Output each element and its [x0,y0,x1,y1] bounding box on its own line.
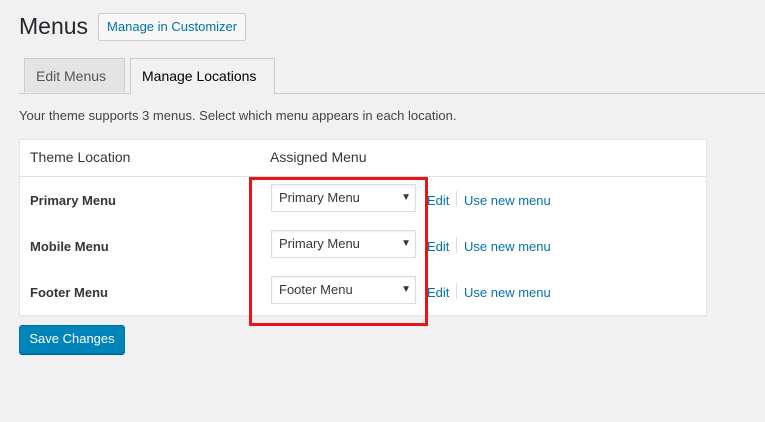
save-changes-button[interactable]: Save Changes [19,325,125,354]
dropdown-arrow-icon: ▼ [401,192,411,203]
select-value: Footer Menu [279,282,353,297]
edit-link[interactable]: Edit [427,285,449,300]
manage-in-customizer-button[interactable]: Manage in Customizer [98,13,247,41]
link-separator [456,283,457,299]
page-header: Menus Manage in Customizer [19,10,247,42]
column-header-theme-location: Theme Location [30,149,131,165]
table-row: Footer Menu Footer Menu ▼ Edit Use new m… [20,270,706,316]
menu-locations-table: Theme Location Assigned Menu Primary Men… [19,139,707,316]
page-title: Menus [19,13,89,39]
use-new-menu-link[interactable]: Use new menu [464,193,551,208]
location-name: Primary Menu [30,193,116,208]
select-value: Primary Menu [279,190,360,205]
edit-link[interactable]: Edit [427,193,449,208]
use-new-menu-link[interactable]: Use new menu [464,285,551,300]
location-name: Footer Menu [30,285,108,300]
link-separator [456,237,457,253]
column-header-assigned-menu: Assigned Menu [270,149,367,165]
menu-select[interactable]: Primary Menu ▼ [271,230,416,258]
location-name: Mobile Menu [30,239,109,254]
dropdown-arrow-icon: ▼ [401,284,411,295]
use-new-menu-link[interactable]: Use new menu [464,239,551,254]
table-header: Theme Location Assigned Menu [20,140,706,177]
dropdown-arrow-icon: ▼ [401,238,411,249]
menu-select[interactable]: Footer Menu ▼ [271,276,416,304]
table-row: Mobile Menu Primary Menu ▼ Edit Use new … [20,224,706,270]
select-value: Primary Menu [279,236,360,251]
tab-bar: Edit Menus Manage Locations [19,58,765,94]
edit-link[interactable]: Edit [427,239,449,254]
intro-text: Your theme supports 3 menus. Select whic… [19,108,457,123]
menu-select[interactable]: Primary Menu ▼ [271,184,416,212]
tab-manage-locations[interactable]: Manage Locations [130,58,275,94]
table-row: Primary Menu Primary Menu ▼ Edit Use new… [20,178,706,224]
link-separator [456,191,457,207]
tab-edit-menus[interactable]: Edit Menus [24,58,125,92]
